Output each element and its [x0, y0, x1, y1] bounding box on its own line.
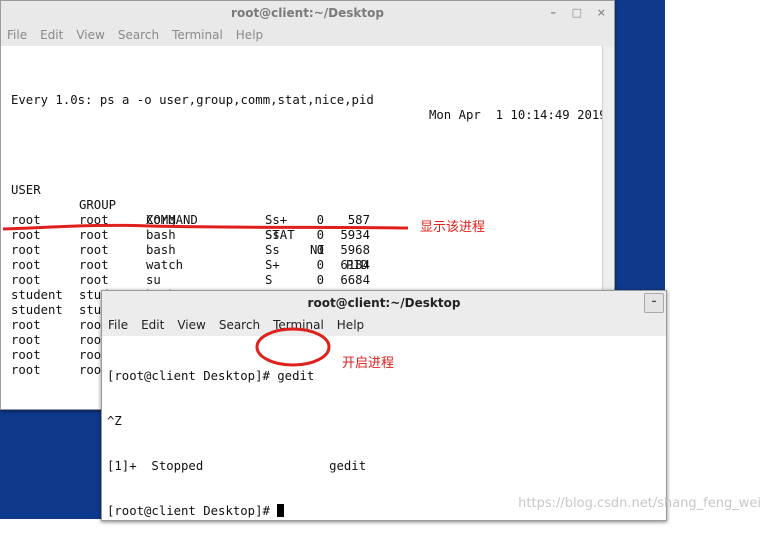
- watermark: https://blog.csdn.net/shang_feng_wei: [518, 496, 761, 511]
- circle-mark: [255, 327, 331, 367]
- annotation-start-process: 开启进程: [342, 356, 395, 371]
- annotation-show-process: 显示该进程: [420, 220, 486, 235]
- annotation-overlay: [2, 223, 409, 367]
- underline-mark: [2, 223, 409, 231]
